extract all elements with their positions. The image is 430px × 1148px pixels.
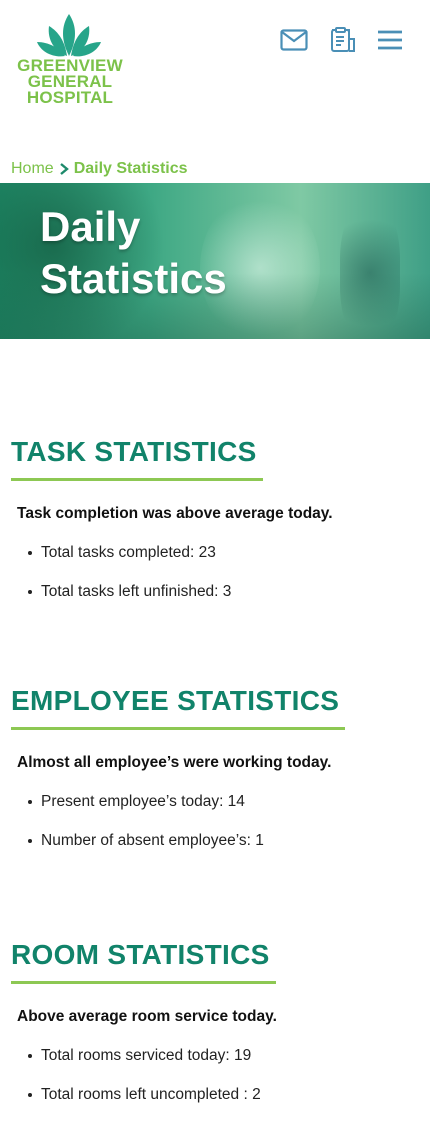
- clipboard-icon: [331, 27, 355, 52]
- list-item: Total rooms left uncompleted : 2: [28, 1085, 421, 1104]
- chevron-right-icon: [59, 163, 69, 175]
- leaf-logo-icon: [37, 14, 101, 57]
- list-item: Present employee’s today: 14: [28, 792, 421, 811]
- page-title-line-1: Daily: [40, 203, 141, 250]
- site-header: GREENVIEW GENERAL HOSPITAL: [0, 0, 430, 140]
- mail-icon: [280, 29, 308, 51]
- logo-text: GREENVIEW GENERAL HOSPITAL: [14, 57, 126, 107]
- employee-statistics-section: EMPLOYEE STATISTICS Almost all employee’…: [11, 685, 421, 870]
- hero-banner: Daily Statistics: [0, 183, 430, 339]
- mail-button[interactable]: [280, 26, 308, 54]
- task-statistics-section: TASK STATISTICS Task completion was abov…: [11, 436, 421, 621]
- menu-icon: [378, 30, 402, 50]
- room-statistics-section: ROOM STATISTICS Above average room servi…: [11, 939, 421, 1124]
- clipboard-button[interactable]: [328, 26, 356, 54]
- logo-line-3: HOSPITAL: [26, 88, 114, 107]
- section-summary: Almost all employee’s were working today…: [17, 754, 332, 771]
- page-title-line-2: Statistics: [40, 255, 227, 302]
- list-item: Total rooms serviced today: 19: [28, 1046, 421, 1065]
- stat-list: Total rooms serviced today: 19 Total roo…: [28, 1046, 421, 1104]
- menu-button[interactable]: [376, 26, 404, 54]
- section-heading: ROOM STATISTICS: [11, 939, 276, 984]
- list-item: Number of absent employee’s: 1: [28, 831, 421, 850]
- section-heading: EMPLOYEE STATISTICS: [11, 685, 346, 730]
- breadcrumb-current: Daily Statistics: [73, 160, 188, 177]
- stat-list: Present employee’s today: 14 Number of a…: [28, 792, 421, 850]
- page-title: Daily Statistics: [40, 201, 227, 305]
- breadcrumb-home-link[interactable]: Home: [11, 160, 54, 178]
- breadcrumb: Home Daily Statistics: [11, 160, 188, 178]
- section-summary: Above average room service today.: [17, 1008, 277, 1025]
- list-item: Total tasks left unfinished: 3: [28, 582, 421, 601]
- header-actions: [280, 26, 404, 54]
- hospital-logo[interactable]: GREENVIEW GENERAL HOSPITAL: [14, 12, 126, 112]
- stat-list: Total tasks completed: 23 Total tasks le…: [28, 543, 421, 601]
- section-heading: TASK STATISTICS: [11, 436, 263, 481]
- section-summary: Task completion was above average today.: [17, 505, 333, 522]
- list-item: Total tasks completed: 23: [28, 543, 421, 562]
